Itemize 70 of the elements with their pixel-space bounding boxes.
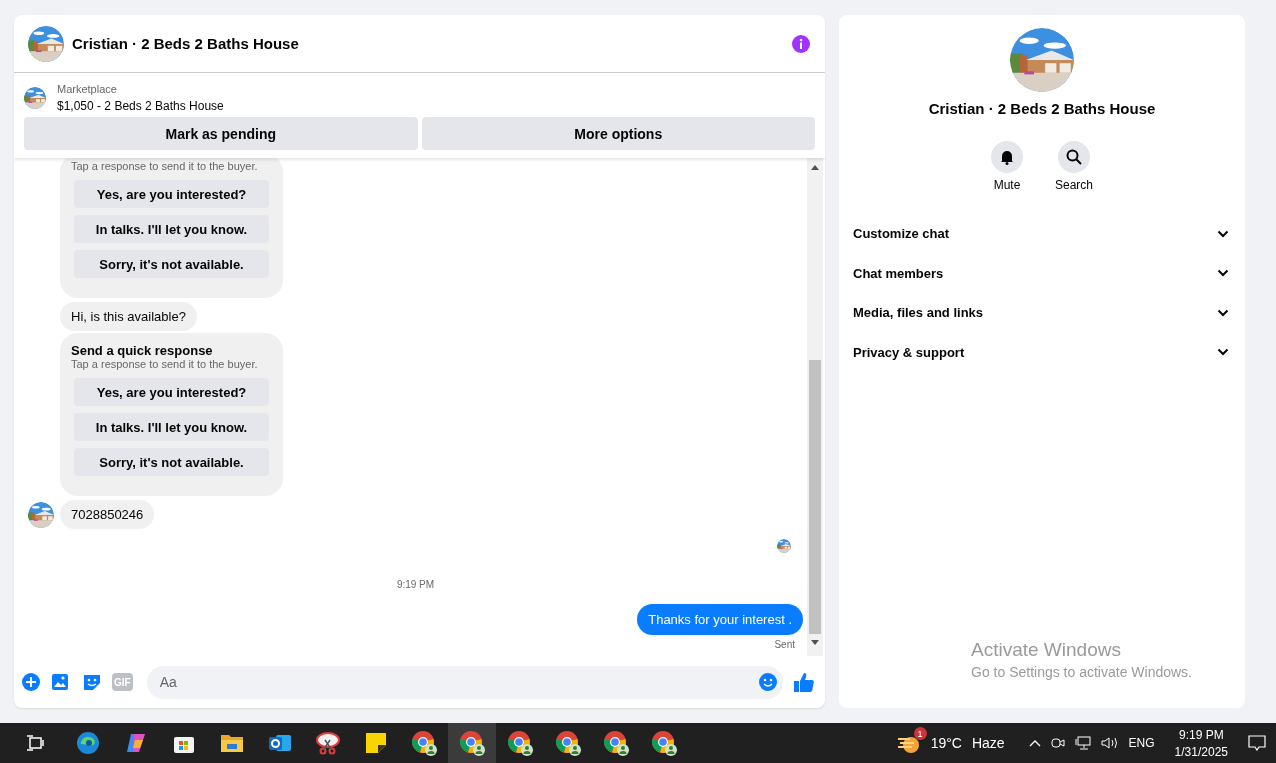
browser-icon[interactable] bbox=[507, 730, 533, 756]
details-title: Cristian · 2 Beds 2 Baths House bbox=[928, 100, 1156, 117]
browser-icon[interactable] bbox=[651, 730, 677, 756]
activation-text: Go to Settings to activate Windows. bbox=[971, 664, 1192, 680]
scroll-down-icon[interactable] bbox=[811, 640, 819, 646]
thumbs-up-icon[interactable] bbox=[793, 671, 815, 693]
quick-response-title: Send a quick response bbox=[71, 343, 214, 358]
clock-time[interactable]: 9:19 PM bbox=[1178, 727, 1224, 742]
camera-icon[interactable] bbox=[1050, 736, 1065, 750]
browser-icon[interactable] bbox=[76, 731, 100, 755]
search-button[interactable] bbox=[1058, 141, 1090, 173]
scrollbar-thumb[interactable] bbox=[809, 360, 821, 634]
listing-summary: $1,050 - 2 Beds 2 Baths House bbox=[57, 99, 224, 113]
scissors-icon[interactable] bbox=[315, 731, 341, 755]
chevron-down-icon bbox=[1217, 308, 1229, 317]
action-label: Search bbox=[1055, 178, 1093, 192]
copilot-icon[interactable] bbox=[124, 731, 148, 755]
scrollbar[interactable] bbox=[807, 158, 823, 656]
quick-response-hint: Tap a response to send it to the buyer. bbox=[71, 358, 259, 370]
info-icon[interactable] bbox=[791, 33, 811, 54]
notification-icon[interactable] bbox=[1248, 735, 1266, 751]
plus-icon[interactable] bbox=[22, 673, 40, 691]
listing-action-button[interactable]: Mark as pending bbox=[24, 117, 418, 150]
browser-icon[interactable] bbox=[459, 730, 485, 756]
chevron-down-icon bbox=[1217, 269, 1229, 278]
sticky-note-icon[interactable] bbox=[365, 732, 387, 754]
scroll-up-icon[interactable] bbox=[811, 164, 819, 170]
incoming-message: 7028850246 bbox=[60, 500, 155, 529]
speaker-icon[interactable] bbox=[1100, 736, 1119, 750]
folder-icon[interactable] bbox=[220, 733, 244, 753]
details-section[interactable]: Chat members bbox=[853, 253, 1231, 293]
browser-icon[interactable] bbox=[411, 730, 437, 756]
sticker-icon[interactable] bbox=[82, 672, 102, 692]
incoming-message: Hi, is this available? bbox=[60, 302, 197, 331]
emoji-icon[interactable] bbox=[759, 673, 777, 691]
activation-title: Activate Windows bbox=[971, 639, 1122, 661]
quick-response-button[interactable]: Sorry, it's not available. bbox=[74, 448, 269, 476]
action-label: Mute bbox=[993, 178, 1021, 192]
bell-icon bbox=[999, 149, 1015, 165]
language-indicator[interactable]: ENG bbox=[1128, 736, 1155, 750]
quick-response-button[interactable]: Sorry, it's not available. bbox=[74, 250, 269, 278]
quick-response-hint: Tap a response to send it to the buyer. bbox=[71, 160, 259, 172]
listing-source: Marketplace bbox=[57, 83, 118, 95]
network-icon[interactable] bbox=[1074, 736, 1091, 750]
notification-badge: 1 bbox=[913, 727, 927, 740]
chevron-down-icon bbox=[1217, 229, 1229, 238]
chat-title: Cristian · 2 Beds 2 Baths House bbox=[72, 35, 300, 52]
quick-response-button[interactable]: Yes, are you interested? bbox=[74, 180, 269, 208]
temperature: 19°C bbox=[930, 735, 962, 751]
message-status: Sent bbox=[774, 639, 795, 650]
details-section[interactable]: Privacy & support bbox=[853, 332, 1231, 372]
clock-date[interactable]: 1/31/2025 bbox=[1174, 744, 1228, 759]
message-field[interactable]: Aa bbox=[146, 665, 783, 699]
chevron-down-icon bbox=[1217, 348, 1229, 357]
quick-response-button[interactable]: Yes, are you interested? bbox=[74, 378, 269, 406]
listing-action-button[interactable]: More options bbox=[421, 117, 815, 150]
message-input[interactable]: Aa bbox=[157, 673, 759, 691]
chevron-up-icon[interactable] bbox=[1028, 739, 1041, 747]
details-section[interactable]: Customize chat bbox=[853, 214, 1231, 254]
outgoing-message: Thanks for your interest . bbox=[637, 604, 803, 635]
details-section[interactable]: Media, files and links bbox=[853, 293, 1231, 333]
quick-response-button[interactable]: In talks. I'll let you know. bbox=[74, 215, 269, 243]
search-icon bbox=[1066, 149, 1082, 165]
browser-icon[interactable] bbox=[603, 730, 629, 756]
quick-response-button[interactable]: In talks. I'll let you know. bbox=[74, 413, 269, 441]
task-view-icon[interactable] bbox=[27, 735, 45, 751]
weather-condition: Haze bbox=[971, 735, 1005, 751]
browser-icon[interactable] bbox=[555, 730, 581, 756]
mute-button[interactable] bbox=[991, 141, 1023, 173]
message-timestamp: 9:19 PM bbox=[396, 579, 435, 590]
